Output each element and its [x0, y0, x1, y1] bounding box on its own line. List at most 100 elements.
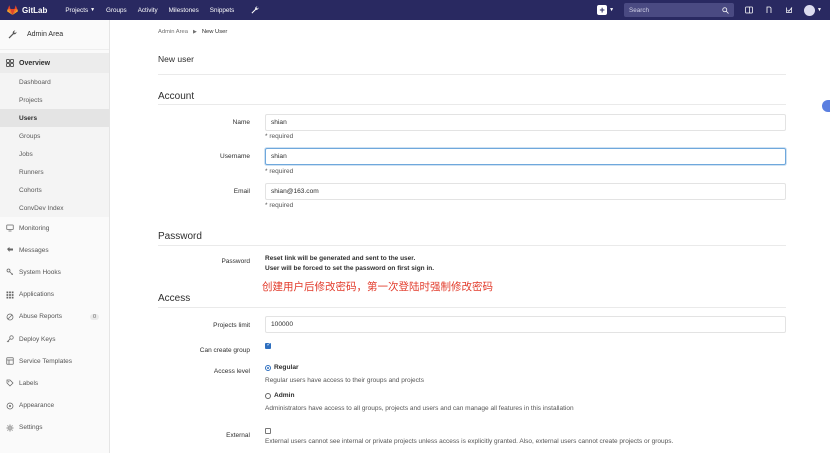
- name-label: Name: [232, 119, 250, 126]
- applications-icon: [6, 291, 14, 299]
- sidebar-item-label: Abuse Reports: [19, 313, 62, 321]
- sidebar-item-label: Overview: [19, 59, 51, 67]
- password-label: Password: [221, 258, 250, 265]
- search-placeholder: Search: [629, 6, 649, 14]
- email-label: Email: [233, 188, 250, 195]
- sidebar-item-service-templates[interactable]: Service Templates: [0, 350, 109, 372]
- main-content: Admin Area ▶ New User New user Account N…: [110, 20, 830, 453]
- divider: [158, 307, 786, 308]
- divider: [158, 104, 786, 105]
- sidebar-item-label: System Hooks: [19, 268, 61, 276]
- check-square-icon: [786, 7, 793, 13]
- name-field[interactable]: [265, 114, 786, 131]
- top-navbar: GitLab Projects ▼ Groups Activity Milest…: [0, 0, 830, 20]
- admin-help-text: Administrators have access to all groups…: [265, 405, 574, 412]
- gitlab-logo-link[interactable]: GitLab: [7, 0, 47, 20]
- sidebar-item-label: Labels: [19, 379, 39, 387]
- sidebar-item-abuse-reports[interactable]: Abuse Reports 0: [0, 306, 109, 328]
- abuse-icon: [6, 313, 14, 321]
- username-label: Username: [220, 153, 250, 160]
- admin-radio[interactable]: [265, 393, 271, 399]
- sidebar-item-overview[interactable]: Overview: [0, 53, 109, 73]
- section-heading-password: Password: [158, 231, 202, 242]
- floating-side-tab[interactable]: [822, 100, 830, 112]
- sidebar-item-label: Service Templates: [19, 357, 72, 365]
- sidebar-item-system-hooks[interactable]: System Hooks: [0, 261, 109, 283]
- issues-button[interactable]: [762, 3, 776, 17]
- regular-radio[interactable]: [265, 365, 271, 371]
- section-heading-account: Account: [158, 91, 195, 102]
- section-heading-access: Access: [158, 293, 191, 304]
- nav-snippets-label: Snippets: [209, 6, 235, 14]
- sidebar-panel-icon: [745, 6, 753, 14]
- wrench-icon: [8, 30, 17, 39]
- sidebar-item-settings[interactable]: Settings: [0, 417, 109, 439]
- nav-projects[interactable]: Projects ▼: [65, 7, 95, 14]
- sidebar-item-monitoring[interactable]: Monitoring: [0, 217, 109, 239]
- email-field[interactable]: [265, 183, 786, 200]
- divider: [158, 245, 786, 246]
- sidebar-item-appearance[interactable]: Appearance: [0, 395, 109, 417]
- regular-radio-label[interactable]: Regular: [274, 364, 299, 371]
- messages-icon: [6, 246, 14, 254]
- sidebar-item-labels[interactable]: Labels: [0, 372, 109, 394]
- username-field[interactable]: [265, 148, 786, 165]
- sidebar-subitem-jobs[interactable]: Jobs: [0, 145, 109, 163]
- sidebar-item-label: Messages: [19, 246, 49, 254]
- external-help-text: External users cannot see internal or pr…: [265, 438, 674, 445]
- new-item-button[interactable]: +: [597, 5, 608, 15]
- regular-help-text: Regular users have access to their group…: [265, 377, 424, 384]
- can-create-group-checkbox[interactable]: ✓: [265, 342, 272, 349]
- sidebar-item-deploy-keys[interactable]: Deploy Keys: [0, 328, 109, 350]
- name-required-note: * required: [265, 133, 294, 140]
- labels-icon: [6, 379, 14, 387]
- nav-activity[interactable]: Activity: [138, 7, 158, 14]
- external-checkbox[interactable]: [265, 428, 271, 434]
- sidebar-subitem-users[interactable]: Users: [0, 109, 109, 127]
- checkmark-icon: ✓: [266, 342, 272, 348]
- sidebar-subitem-runners[interactable]: Runners: [0, 163, 109, 181]
- search-input[interactable]: Search: [624, 3, 735, 17]
- avatar[interactable]: [804, 4, 816, 16]
- red-annotation-text: 创建用户后修改密码，第一次登陆时强制修改密码: [262, 281, 493, 293]
- sidebar-item-label: Settings: [19, 424, 43, 432]
- admin-sidebar: Admin Area Overview Dashboard Projects U…: [0, 20, 110, 453]
- hooks-icon: [6, 268, 14, 276]
- gitlab-logo-icon: [7, 5, 18, 15]
- sidebar-subitem-dashboard[interactable]: Dashboard: [0, 73, 109, 91]
- monitoring-icon: [6, 224, 14, 232]
- top-nav-links: Projects ▼ Groups Activity Milestones Sn…: [65, 7, 245, 14]
- nav-groups[interactable]: Groups: [106, 7, 127, 14]
- search-icon: [722, 6, 729, 14]
- can-create-group-label: Can create group: [199, 347, 250, 354]
- sidebar-subitem-groups[interactable]: Groups: [0, 127, 109, 145]
- chevron-right-icon: ▶: [192, 29, 197, 35]
- sidebar-header[interactable]: Admin Area: [0, 20, 109, 50]
- breadcrumb-admin-area[interactable]: Admin Area: [158, 29, 188, 35]
- divider: [158, 74, 786, 75]
- projects-limit-field[interactable]: [265, 316, 786, 333]
- chevron-down-icon[interactable]: ▼: [817, 7, 822, 13]
- sidebar-subitem-convdev-index[interactable]: ConvDev Index: [0, 199, 109, 217]
- chevron-down-icon: ▼: [90, 7, 96, 13]
- top-right-controls: + ▼ Search ▼: [597, 0, 830, 20]
- sidebar-header-label: Admin Area: [27, 31, 64, 38]
- nav-activity-label: Activity: [137, 6, 158, 14]
- sidebar-subitem-projects[interactable]: Projects: [0, 91, 109, 109]
- chevron-down-icon[interactable]: ▼: [609, 7, 614, 13]
- nav-snippets[interactable]: Snippets: [210, 7, 235, 14]
- sidebar-item-applications[interactable]: Applications: [0, 284, 109, 306]
- page-title: New user: [158, 54, 194, 64]
- merge-requests-button[interactable]: [782, 3, 796, 17]
- email-required-note: * required: [265, 202, 294, 209]
- nav-projects-label: Projects: [65, 6, 89, 14]
- nav-milestones[interactable]: Milestones: [169, 7, 199, 14]
- plus-icon: +: [599, 5, 605, 15]
- admin-area-link[interactable]: [251, 6, 259, 14]
- admin-radio-label[interactable]: Admin: [274, 392, 295, 399]
- sidebar-item-messages[interactable]: Messages: [0, 239, 109, 261]
- abuse-count-badge: 0: [89, 313, 99, 320]
- todos-toggle-button[interactable]: [742, 3, 756, 17]
- wrench-icon: [251, 6, 259, 14]
- sidebar-subitem-cohorts[interactable]: Cohorts: [0, 181, 109, 199]
